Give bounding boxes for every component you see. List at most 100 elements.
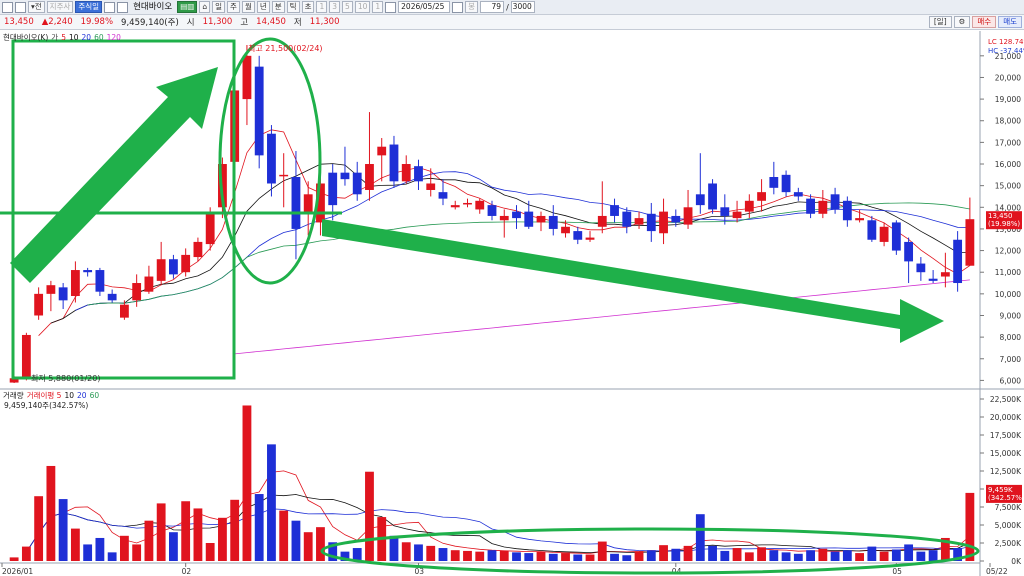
favorite-button[interactable]: ⌂ xyxy=(199,1,211,13)
minute-3-button[interactable]: 3 xyxy=(329,1,341,13)
period-day-button[interactable]: 일 xyxy=(212,1,226,13)
candle-down xyxy=(842,200,852,221)
candle-up xyxy=(855,218,865,221)
price-change-pct: 19.98% xyxy=(80,17,114,27)
volume-bar-up xyxy=(181,501,191,561)
period-indicator-button[interactable]: [일] xyxy=(928,16,952,28)
candle-down xyxy=(254,66,264,156)
candle-down xyxy=(573,231,583,240)
ma-label: 가 xyxy=(51,33,59,42)
candle-down xyxy=(695,194,705,206)
volume-tick-label: 7,500K xyxy=(995,503,1022,512)
candle-down xyxy=(646,213,656,232)
volume-bar-down xyxy=(842,550,852,561)
low-price: 11,300 xyxy=(309,17,340,27)
volume-bar-up xyxy=(279,510,289,561)
search-icon[interactable] xyxy=(104,1,116,13)
price-bar: 13,450 ▲2,240 19.98% 9,459,140(주) 시 11,3… xyxy=(0,15,1024,30)
volume-bar-down xyxy=(708,545,717,561)
volume-bar-down xyxy=(512,552,521,561)
volume-bar-down xyxy=(267,444,276,561)
candle-up xyxy=(450,205,460,208)
candle-down xyxy=(830,194,840,210)
price-tick-label: 19,000 xyxy=(995,95,1021,104)
price-tick-label: 10,000 xyxy=(995,290,1021,299)
sell-button[interactable]: 매도 xyxy=(998,16,1022,28)
volume-bar-up xyxy=(144,520,154,561)
candle-down xyxy=(548,215,558,229)
last-volume-tag-pct: (342.57%) xyxy=(988,494,1024,502)
last-price-tag-pct: (19.98%) xyxy=(988,220,1020,228)
stock-type-select[interactable]: 주식일 xyxy=(75,1,103,13)
period-week-button[interactable]: 주 xyxy=(227,1,240,13)
volume-bar-up xyxy=(242,405,252,561)
time-tick-label: 05/22 xyxy=(986,567,1008,576)
total-count-input[interactable]: 3000 xyxy=(510,1,535,13)
period-tick-button[interactable]: 틱 xyxy=(286,1,300,13)
minute-10-button[interactable]: 10 xyxy=(354,1,371,13)
stock-name[interactable]: 현대바이오 xyxy=(130,1,175,13)
count-label: 봉 xyxy=(465,1,479,13)
candle-down xyxy=(291,176,301,229)
code-label: 지주사 xyxy=(46,1,74,13)
price-tick-label: 17,000 xyxy=(995,138,1021,147)
candle-down xyxy=(891,222,901,251)
candle-up xyxy=(634,218,644,225)
display-count-input[interactable]: 79 xyxy=(480,1,505,13)
candle-up xyxy=(426,183,436,190)
minute-5-button[interactable]: 5 xyxy=(342,1,353,13)
volume-tick-label: 5,000K xyxy=(995,521,1022,530)
refresh-icon[interactable] xyxy=(117,1,129,13)
price-bar-actions: [일] ⚙ 매수 매도 xyxy=(928,16,1022,28)
period-month-button[interactable]: 월 xyxy=(241,1,255,13)
volume-bar-up xyxy=(365,471,374,561)
stock-chart[interactable]: 21,00020,00019,00018,00017,00016,00015,0… xyxy=(0,31,1024,576)
volume-bar-up xyxy=(34,496,44,561)
volume-bar-down xyxy=(95,537,105,561)
calendar-icon[interactable] xyxy=(385,1,397,13)
volume-tick-label: 2,500K xyxy=(995,539,1022,548)
volume-bar-up xyxy=(46,465,56,561)
date-input[interactable]: 2026/05/25 xyxy=(398,1,451,13)
date-dropdown-icon[interactable] xyxy=(452,1,464,13)
candle-up xyxy=(561,226,570,234)
toolbar: ▾전 지주사 주식일 현대바이오 ▤▥ ⌂ 일 주 월 년 분 틱 초 1 3 … xyxy=(0,0,1024,15)
price-change: ▲2,240 xyxy=(41,17,73,27)
ma-20-label: 20 xyxy=(81,33,92,42)
period-minute-button[interactable]: 분 xyxy=(271,1,285,13)
candle-up xyxy=(303,194,313,214)
period-year-button[interactable]: 년 xyxy=(256,1,270,13)
candle-up xyxy=(132,283,142,301)
candle-down xyxy=(720,207,730,216)
candle-down xyxy=(267,133,276,184)
candle-down xyxy=(83,270,93,273)
split-view-icon[interactable] xyxy=(15,1,26,13)
prev-button[interactable]: ▾전 xyxy=(28,1,45,13)
candle-down xyxy=(953,239,963,284)
volume-bar-down xyxy=(793,553,803,561)
volume-bar-down xyxy=(487,550,497,561)
price-legend: 현대바이오(K) 가 5 10 20 60 120 xyxy=(3,32,121,43)
minute-custom-input[interactable]: 1 xyxy=(372,1,384,13)
candle-up xyxy=(205,211,215,245)
volume-bar-up xyxy=(303,532,313,561)
candle-up xyxy=(242,55,252,100)
candle-down xyxy=(928,278,938,281)
settings-gear-icon[interactable]: ⚙ xyxy=(953,16,971,28)
high-price: 14,450 xyxy=(256,17,286,27)
buy-button[interactable]: 매수 xyxy=(972,16,997,28)
time-tick-label: 2026/01 xyxy=(2,567,33,576)
volume-bar-down xyxy=(769,550,779,561)
candle-down xyxy=(414,166,423,182)
candle-down xyxy=(916,263,926,273)
volume-ma-60-label: 60 xyxy=(89,391,100,400)
volume-bar-down xyxy=(891,549,901,561)
chart-list-icon[interactable] xyxy=(2,1,13,13)
minute-1-button[interactable]: 1 xyxy=(316,1,328,13)
candle-down xyxy=(58,287,68,301)
price-tick-label: 18,000 xyxy=(995,117,1021,126)
volume-bar-down xyxy=(438,548,448,561)
period-second-button[interactable]: 초 xyxy=(301,1,315,13)
grid-button[interactable]: ▤▥ xyxy=(177,1,198,13)
candle-down xyxy=(512,211,521,219)
